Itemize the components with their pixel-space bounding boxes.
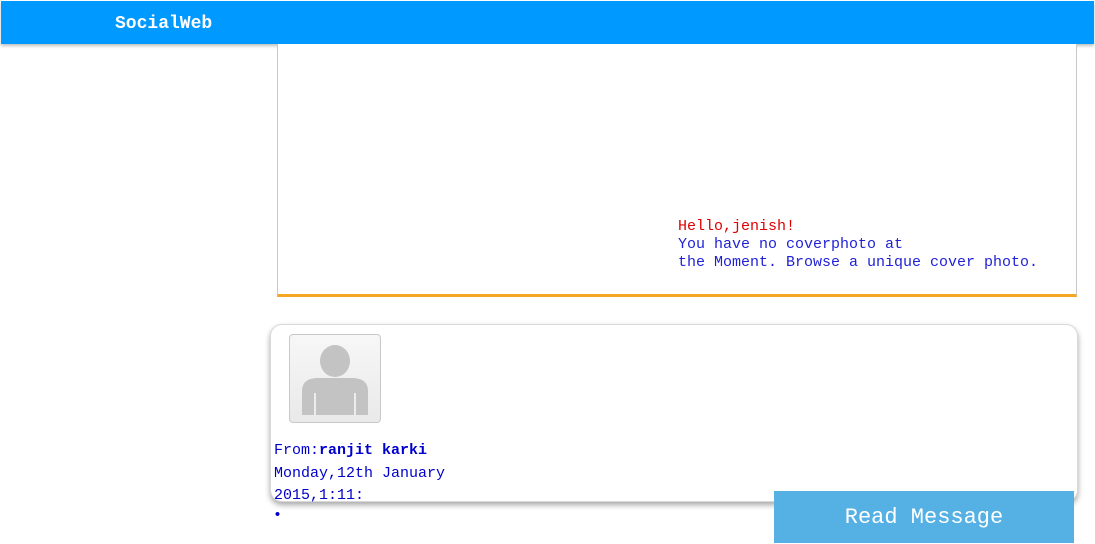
read-message-button[interactable]: Read Message bbox=[774, 491, 1074, 543]
from-line: From:ranjit karki bbox=[274, 440, 445, 463]
cover-photo-area: Hello,jenish! You have no coverphoto at … bbox=[277, 44, 1077, 297]
top-navbar: SocialWeb bbox=[1, 1, 1094, 44]
cover-message: Hello,jenish! You have no coverphoto at … bbox=[678, 218, 1038, 272]
date-line-1: Monday,12th January bbox=[274, 464, 446, 482]
date-line-2: 2015,1:11: bbox=[274, 487, 365, 504]
greeting-text: Hello,jenish! bbox=[678, 218, 796, 235]
message-meta: From:ranjit karki Monday,12th January 20… bbox=[274, 440, 445, 508]
sender-name[interactable]: ranjit karki bbox=[319, 442, 427, 459]
no-cover-line-1: You have no coverphoto at bbox=[678, 236, 904, 253]
brand-logo-text[interactable]: SocialWeb bbox=[115, 14, 212, 34]
from-label: From: bbox=[274, 442, 320, 459]
user-placeholder-icon[interactable] bbox=[289, 334, 381, 423]
bullet-marker: • bbox=[273, 507, 283, 524]
no-cover-line-2: the Moment. Browse a unique cover photo. bbox=[678, 254, 1039, 271]
